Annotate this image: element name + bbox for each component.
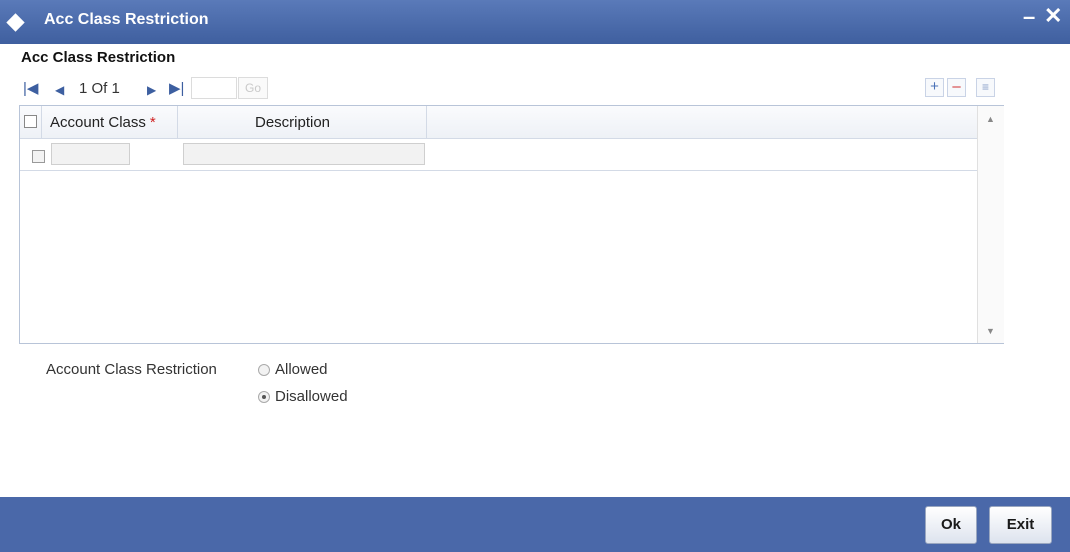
column-header-account-class: Account Class *	[50, 114, 156, 131]
restriction-label: Account Class Restriction	[46, 361, 217, 378]
column-header-description: Description	[255, 114, 331, 131]
go-button[interactable]: Go	[238, 77, 268, 99]
grid-vertical-scrollbar[interactable]: ▲ ▼	[977, 106, 1004, 343]
prev-page-icon[interactable]: ◀	[55, 83, 64, 98]
account-class-grid: Account Class * Description ▲ ▼	[19, 105, 1004, 344]
section-title: Acc Class Restriction	[21, 49, 176, 66]
close-icon[interactable]: ✕	[1044, 5, 1062, 27]
last-page-icon[interactable]: ▶|	[169, 81, 184, 96]
window-title: Acc Class Restriction	[44, 11, 209, 28]
page-number-input[interactable]	[191, 77, 237, 99]
grid-pager: |◀ ◀ 1 Of 1 ▶ ▶| Go + – ≡	[21, 77, 1003, 103]
column-divider	[426, 106, 427, 138]
scroll-down-icon[interactable]: ▼	[986, 326, 995, 336]
radio-allowed-dot[interactable]	[258, 364, 270, 376]
ok-button[interactable]: Ok	[925, 506, 977, 544]
description-input[interactable]	[183, 143, 425, 165]
add-row-button[interactable]: +	[925, 78, 944, 97]
exit-button[interactable]: Exit	[989, 506, 1052, 544]
required-marker: *	[149, 114, 156, 131]
select-all-checkbox[interactable]	[24, 115, 37, 128]
account-class-input[interactable]	[51, 143, 130, 165]
table-row	[20, 139, 977, 171]
column-divider	[177, 106, 178, 138]
radio-allowed-label: Allowed	[275, 361, 328, 378]
footer-bar: Ok Exit	[0, 497, 1070, 552]
first-page-icon[interactable]: |◀	[23, 81, 38, 96]
column-divider	[41, 106, 42, 138]
page-indicator: 1 Of 1	[79, 80, 120, 97]
app-diamond-icon	[6, 13, 25, 32]
grid-header: Account Class * Description	[20, 106, 977, 139]
single-view-button[interactable]: ≡	[976, 78, 995, 97]
radio-disallowed-label: Disallowed	[275, 388, 348, 405]
delete-row-button[interactable]: –	[947, 78, 966, 97]
row-checkbox[interactable]	[32, 150, 45, 163]
next-page-icon[interactable]: ▶	[147, 83, 156, 98]
title-bar: Acc Class Restriction – ✕	[0, 0, 1070, 44]
radio-disallowed-dot[interactable]	[258, 391, 270, 403]
scroll-up-icon[interactable]: ▲	[986, 114, 995, 124]
minimize-icon[interactable]: –	[1023, 6, 1035, 28]
